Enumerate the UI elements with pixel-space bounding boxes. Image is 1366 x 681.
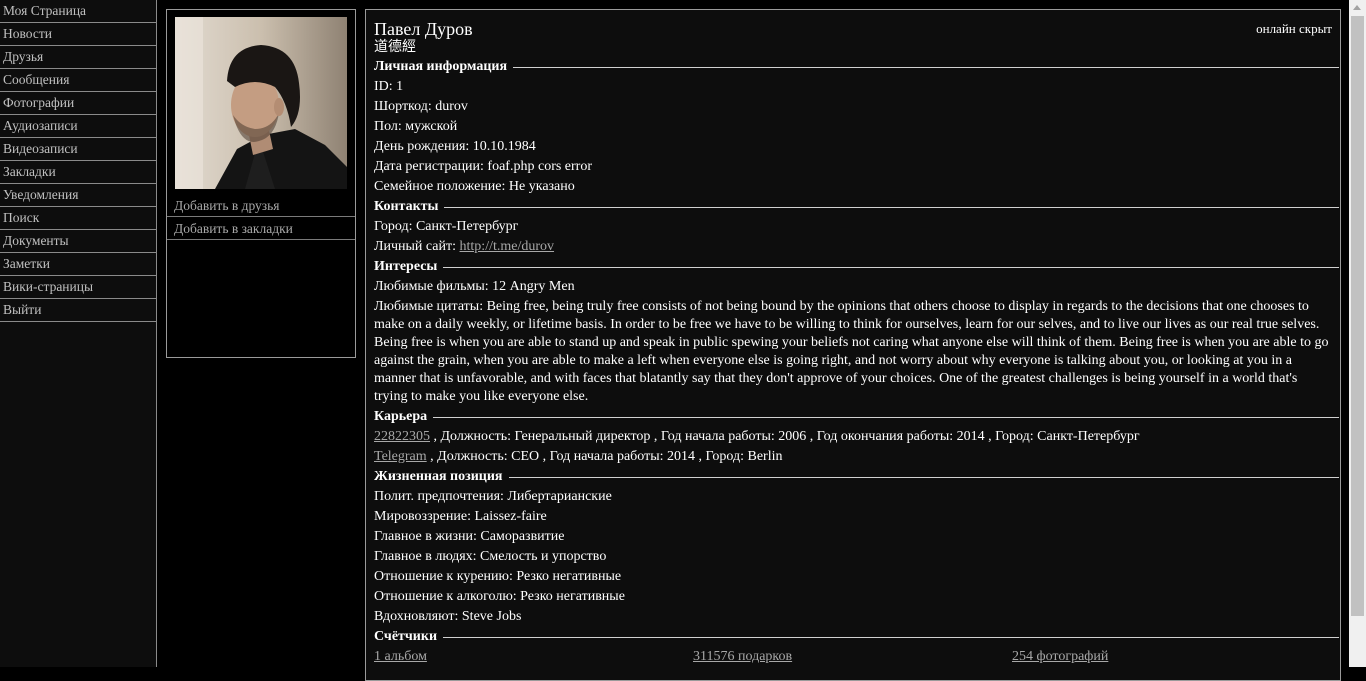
section-divider [444, 206, 1339, 208]
nav-my-page[interactable]: Моя Страница [0, 0, 156, 23]
career-details: , Должность: Генеральный директор , Год … [430, 429, 1140, 444]
nav-notifications[interactable]: Уведомления [0, 184, 156, 207]
life-alcohol: Отношение к алкоголю: Резко негативные [374, 589, 625, 604]
profile-panel: онлайн скрыт Павел Дуров 道德經 Личная инфо… [365, 9, 1341, 681]
life-smoking: Отношение к курению: Резко негативные [374, 569, 622, 584]
nav-photos[interactable]: Фотографии [0, 92, 156, 115]
scroll-up-arrow-icon[interactable] [1353, 5, 1361, 10]
career-entry: Telegram , Должность: CEO , Год начала р… [374, 447, 1338, 467]
profile-name: Павел Дуров [374, 19, 473, 39]
section-interests-heading: Интересы [374, 257, 1339, 277]
section-counters-title: Счётчики [374, 629, 438, 644]
nav-audio[interactable]: Аудиозаписи [0, 115, 156, 138]
profile-photo[interactable] [175, 17, 347, 189]
profile-photo-image [175, 17, 347, 189]
section-divider [433, 416, 1339, 418]
life-main: Главное в жизни: Саморазвитие [374, 529, 565, 544]
nav-search[interactable]: Поиск [0, 207, 156, 230]
life-politics: Полит. предпочтения: Либертарианские [374, 489, 612, 504]
left-navigation: Моя Страница Новости Друзья Сообщения Фо… [0, 0, 157, 667]
section-contacts-heading: Контакты [374, 197, 1339, 217]
add-to-bookmarks-button[interactable]: Добавить в закладки [167, 218, 355, 240]
nav-bookmarks[interactable]: Закладки [0, 161, 156, 184]
section-divider [443, 266, 1339, 268]
add-to-friends-button[interactable]: Добавить в друзья [167, 195, 355, 217]
counters-row: 1 альбом 311576 подарков 254 фотографий [374, 647, 1338, 667]
info-shortcode: Шорткод: durov [374, 99, 468, 114]
career-group-link[interactable]: Telegram [374, 449, 427, 464]
section-life-heading: Жизненная позиция [374, 467, 1339, 487]
contact-site-label: Личный сайт: [374, 239, 460, 254]
nav-notes[interactable]: Заметки [0, 253, 156, 276]
life-worldview: Мировоззрение: Laissez-faire [374, 509, 547, 524]
info-gender: Пол: мужской [374, 119, 458, 134]
career-details: , Должность: CEO , Год начала работы: 20… [426, 449, 783, 464]
nav-messages[interactable]: Сообщения [0, 69, 156, 92]
info-registration: Дата регистрации: foaf.php cors error [374, 159, 592, 174]
section-divider [508, 476, 1339, 478]
section-divider [513, 66, 1339, 68]
nav-documents[interactable]: Документы [0, 230, 156, 253]
career-group-link[interactable]: 22822305 [374, 429, 430, 444]
life-inspired: Вдохновляют: Steve Jobs [374, 609, 522, 624]
info-birthday: День рождения: 10.10.1984 [374, 139, 536, 154]
section-career-title: Карьера [374, 409, 428, 424]
counter-gifts-link[interactable]: 311576 подарков [693, 649, 792, 664]
section-personal-heading: Личная информация [374, 57, 1339, 77]
nav-wiki[interactable]: Вики-страницы [0, 276, 156, 299]
info-id: ID: 1 [374, 79, 404, 94]
profile-content: Павел Дуров 道德經 Личная информация ID: 1 … [374, 18, 1339, 667]
section-divider [443, 636, 1339, 638]
section-career-heading: Карьера [374, 407, 1339, 427]
nav-news[interactable]: Новости [0, 23, 156, 46]
life-people-main: Главное в людях: Смелость и упорство [374, 549, 607, 564]
section-life-title: Жизненная позиция [374, 469, 503, 484]
section-contacts-title: Контакты [374, 199, 439, 214]
avatar-column: Добавить в друзья Добавить в закладки [166, 9, 356, 358]
nav-logout[interactable]: Выйти [0, 299, 156, 322]
contact-city: Город: Санкт-Петербург [374, 219, 519, 234]
career-entry: 22822305 , Должность: Генеральный директ… [374, 427, 1338, 447]
section-counters-heading: Счётчики [374, 627, 1339, 647]
info-relationship: Семейное положение: Не указано [374, 179, 575, 194]
section-interests-title: Интересы [374, 259, 438, 274]
interest-movies: Любимые фильмы: 12 Angry Men [374, 279, 575, 294]
contact-site-link[interactable]: http://t.me/durov [460, 239, 555, 254]
scrollbar-thumb[interactable] [1351, 16, 1364, 616]
nav-friends[interactable]: Друзья [0, 46, 156, 69]
section-personal-title: Личная информация [374, 59, 508, 74]
counter-albums-link[interactable]: 1 альбом [374, 649, 427, 664]
contact-site: Личный сайт: http://t.me/durov [374, 237, 1338, 257]
profile-status: 道德經 [374, 40, 416, 55]
nav-video[interactable]: Видеозаписи [0, 138, 156, 161]
interest-quotes: Любимые цитаты: Being free, being truly … [374, 299, 1329, 404]
page-scrollbar[interactable] [1349, 0, 1366, 667]
counter-photos-link[interactable]: 254 фотографий [1012, 649, 1108, 664]
